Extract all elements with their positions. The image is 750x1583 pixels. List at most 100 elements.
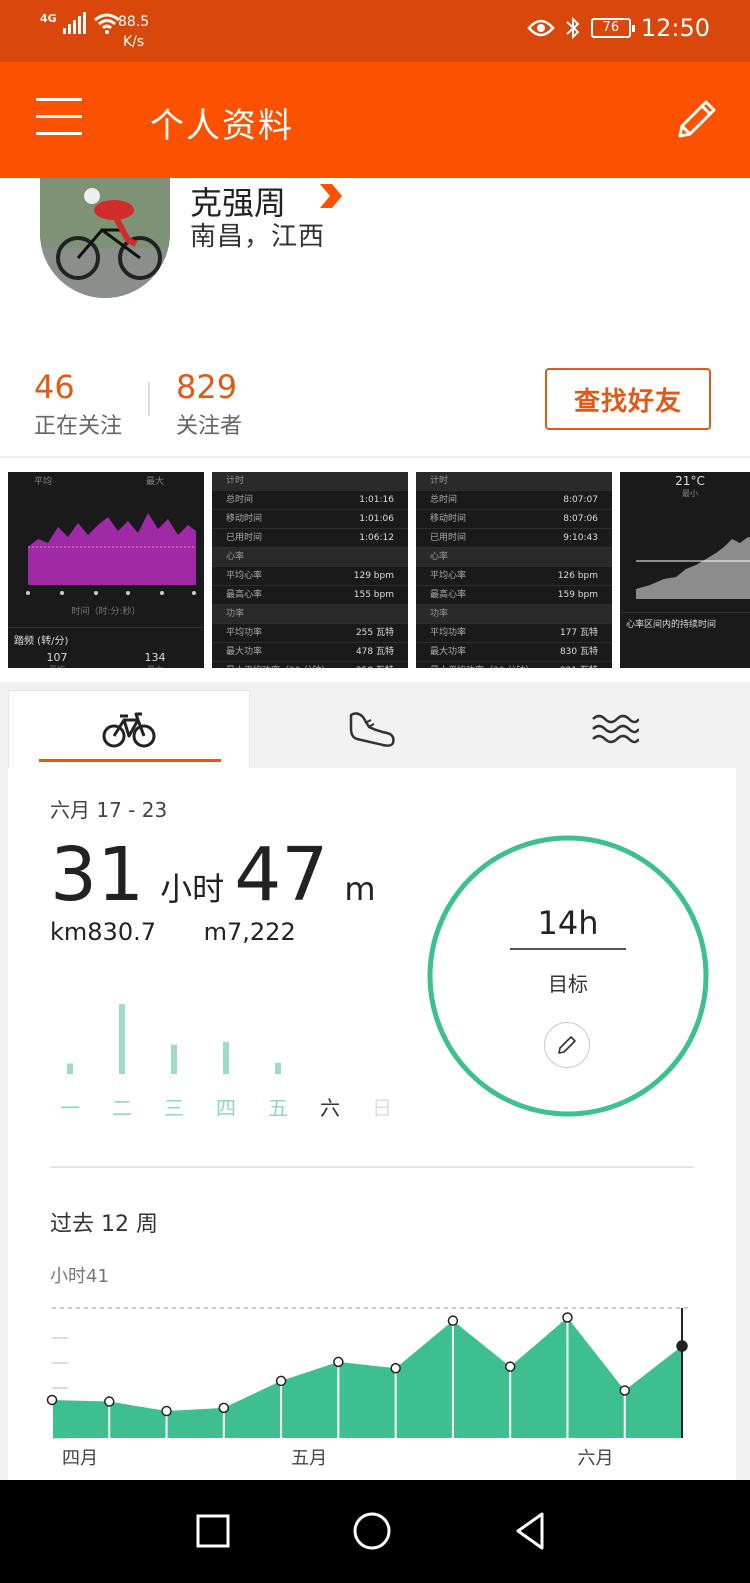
stat-row: 移动时间 8:07:06 bbox=[416, 510, 612, 529]
profile-section: 克强周 南昌，江西 46 正在关注 829 关注者 查找好友 bbox=[0, 178, 750, 458]
followers-label: 关注者 bbox=[176, 414, 243, 439]
active-tab-indicator bbox=[39, 759, 221, 762]
recent-apps-icon[interactable] bbox=[188, 1506, 238, 1556]
x-tick-label: 五月 bbox=[291, 1448, 327, 1468]
stat-value: 8:07:06 bbox=[563, 514, 598, 524]
day-label: 六 bbox=[320, 1096, 340, 1120]
stat-row: 移动时间 1:01:06 bbox=[212, 510, 408, 529]
hours-value: 31 bbox=[50, 832, 145, 918]
hours-unit: 小时 bbox=[160, 870, 225, 908]
day-bar bbox=[67, 1063, 73, 1074]
stat-row: 功率 bbox=[416, 605, 612, 624]
divider bbox=[50, 1166, 694, 1168]
athlete-location: 南昌，江西 bbox=[190, 222, 326, 252]
pencil-icon bbox=[558, 1036, 576, 1054]
day-bar bbox=[171, 1044, 177, 1074]
pencil-icon[interactable] bbox=[672, 94, 722, 144]
weekly-trend-chart[interactable]: 四月 五月 六月 bbox=[42, 1288, 702, 1468]
thumb-label: 平均 bbox=[34, 477, 53, 487]
stat-label: 心率 bbox=[226, 552, 245, 562]
photo-thumbnail[interactable]: 21°C 最小 心率区间内的持续时间 bbox=[620, 472, 750, 668]
goal-label: 目标 bbox=[548, 972, 588, 996]
stat-row: 最大平均功率（20 分钟） 221 瓦特 bbox=[416, 662, 612, 668]
find-friends-button[interactable]: 查找好友 bbox=[545, 368, 711, 430]
stat-value: 830 瓦特 bbox=[559, 647, 598, 657]
day-label: 日 bbox=[372, 1096, 392, 1120]
avatar[interactable] bbox=[40, 178, 170, 298]
back-icon[interactable] bbox=[506, 1506, 556, 1556]
trend-area bbox=[52, 1317, 682, 1438]
week-point[interactable] bbox=[333, 1356, 344, 1368]
week-point[interactable] bbox=[161, 1405, 172, 1417]
day-label: 五 bbox=[268, 1096, 288, 1120]
temperature: 21°C bbox=[675, 474, 705, 488]
stat-value: 126 bpm bbox=[557, 571, 598, 581]
week-point[interactable] bbox=[619, 1385, 630, 1396]
day-bar bbox=[223, 1041, 229, 1074]
week-point[interactable] bbox=[46, 1394, 58, 1406]
stat-value: 1:01:16 bbox=[359, 495, 394, 505]
stat-label: 计时 bbox=[430, 476, 449, 486]
week-point[interactable] bbox=[676, 1340, 688, 1352]
week-point[interactable] bbox=[504, 1361, 516, 1372]
day-label: 二 bbox=[112, 1096, 132, 1120]
home-icon[interactable] bbox=[347, 1506, 397, 1556]
goal-value: 14h bbox=[510, 904, 626, 950]
stat-label: 最大功率 bbox=[226, 647, 263, 657]
bike-icon bbox=[102, 712, 156, 747]
x-tick-label: 四月 bbox=[62, 1448, 98, 1468]
tab-ride[interactable] bbox=[8, 690, 250, 768]
photo-strip[interactable]: 平均 最大 时间（时:分:秒） 踏频 (转/分) 107 134 平均 最大 计… bbox=[0, 460, 750, 682]
following-stat[interactable]: 46 正在关注 bbox=[34, 368, 122, 440]
day-label: 一 bbox=[60, 1096, 80, 1120]
week-point[interactable] bbox=[104, 1396, 115, 1407]
stat-label: 总时间 bbox=[430, 495, 458, 505]
system-nav-bar bbox=[0, 1480, 750, 1583]
thumb-label: 最小 bbox=[682, 489, 698, 498]
stat-row: 最大功率 478 瓦特 bbox=[212, 643, 408, 662]
day-labels: 一二三四五六日 bbox=[48, 1092, 392, 1122]
elevation-value: m7,222 bbox=[203, 918, 296, 946]
stat-row: 已用时间 1:06:12 bbox=[212, 529, 408, 548]
chevron-right-icon[interactable] bbox=[318, 182, 344, 210]
stat-value: 177 瓦特 bbox=[559, 628, 598, 638]
stat-row: 计时 bbox=[416, 472, 612, 491]
temperature-graph bbox=[636, 537, 750, 599]
status-bar: 4G 88.5 K/s 76 12:50 bbox=[0, 0, 750, 62]
followers-stat[interactable]: 829 关注者 bbox=[176, 368, 242, 440]
stat-row: 平均功率 177 瓦特 bbox=[416, 624, 612, 643]
stat-value: 1:01:06 bbox=[359, 514, 394, 524]
photo-thumbnail[interactable]: 平均 最大 时间（时:分:秒） 踏频 (转/分) 107 134 平均 最大 bbox=[8, 472, 204, 668]
week-point[interactable] bbox=[275, 1375, 287, 1387]
stat-row: 最大平均功率（20 分钟） 258 瓦特 bbox=[212, 662, 408, 668]
photo-thumbnail[interactable]: 计时 总时间 8:07:07 移动时间 8:07:06 已用时间 9:10:43 心率 平均心率… bbox=[416, 472, 612, 668]
stat-row: 最大功率 830 瓦特 bbox=[416, 643, 612, 662]
stat-row: 总时间 1:01:16 bbox=[212, 491, 408, 510]
weekly-sub-stats: km830.7 m7,222 bbox=[50, 918, 336, 946]
week-point[interactable] bbox=[447, 1315, 459, 1326]
minutes-unit: m bbox=[344, 870, 376, 908]
stat-label: 已用时间 bbox=[430, 533, 467, 543]
wifi-icon bbox=[93, 13, 120, 34]
stat-label: 最高心率 bbox=[430, 590, 467, 600]
tab-run[interactable] bbox=[250, 690, 493, 768]
week-point[interactable] bbox=[218, 1402, 230, 1414]
tab-swim[interactable] bbox=[493, 690, 736, 768]
week-point[interactable] bbox=[562, 1312, 573, 1323]
signal-area: 4G bbox=[40, 12, 121, 34]
stat-label: 功率 bbox=[226, 609, 245, 619]
week-point[interactable] bbox=[390, 1362, 401, 1374]
thumb-label: 平均 bbox=[49, 664, 65, 668]
menu-icon[interactable] bbox=[36, 98, 82, 138]
stat-row: 心率 bbox=[416, 548, 612, 567]
stat-label: 移动时间 bbox=[430, 514, 467, 524]
network-speed: 88.5 K/s bbox=[118, 14, 150, 50]
photo-thumbnail[interactable]: 计时 总时间 1:01:16 移动时间 1:01:06 已用时间 1:06:12 心率 平均心率… bbox=[212, 472, 408, 668]
stat-row: 心率 bbox=[212, 548, 408, 567]
stat-label: 最高心率 bbox=[226, 590, 263, 600]
stat-row: 计时 bbox=[212, 472, 408, 491]
stat-value: 1:06:12 bbox=[359, 533, 394, 543]
edit-goal-button[interactable] bbox=[544, 1022, 590, 1068]
weekly-card: 六月 17 - 23 31 小时 47 m km830.7 m7,222 一 二 三… bbox=[8, 768, 736, 1488]
stat-value: 255 瓦特 bbox=[355, 628, 394, 638]
